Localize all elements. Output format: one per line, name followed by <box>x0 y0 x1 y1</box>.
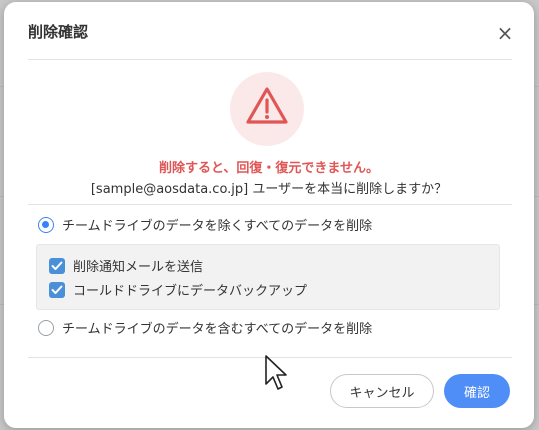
warning-triangle-icon <box>246 87 288 124</box>
close-icon[interactable]: × <box>494 22 516 44</box>
mouse-pointer-icon <box>265 355 287 390</box>
option-label: チームドライブのデータを含むすべてのデータを削除 <box>62 322 373 337</box>
checkbox-checked-icon[interactable] <box>49 257 65 274</box>
option-label: チームドライブのデータを除くすべてのデータを削除 <box>62 219 373 234</box>
sub-options-panel: 削除通知メールを送信 コールドドライブにデータバックアップ <box>36 244 500 310</box>
confirm-question: [sample@aosdata.co.jp] ユーザーを本当に削除しますか？ <box>90 182 448 197</box>
dialog-title: 削除確認 <box>28 23 89 41</box>
checkbox-label: コールドドライブにデータバックアップ <box>73 284 308 299</box>
radio-button[interactable] <box>38 319 54 336</box>
option-exclude-team-drive[interactable]: チームドライブのデータを除くすべてのデータを削除 <box>38 215 372 234</box>
cancel-button[interactable]: キャンセル <box>330 374 434 408</box>
header-divider <box>28 59 512 60</box>
warning-icon-badge <box>230 72 304 146</box>
checkbox-send-notification[interactable]: 削除通知メールを送信 <box>49 256 203 275</box>
checkbox-checked-icon[interactable] <box>49 281 65 298</box>
confirm-button[interactable]: 確認 <box>444 374 510 408</box>
checkbox-label: 削除通知メールを送信 <box>73 260 204 275</box>
content-divider <box>28 204 512 205</box>
radio-button-selected[interactable] <box>38 216 54 233</box>
option-include-team-drive[interactable]: チームドライブのデータを含むすべてのデータを削除 <box>38 318 372 337</box>
warning-text: 削除すると、回復・復元できません。 <box>158 161 380 176</box>
checkbox-cold-drive-backup[interactable]: コールドドライブにデータバックアップ <box>49 280 307 299</box>
